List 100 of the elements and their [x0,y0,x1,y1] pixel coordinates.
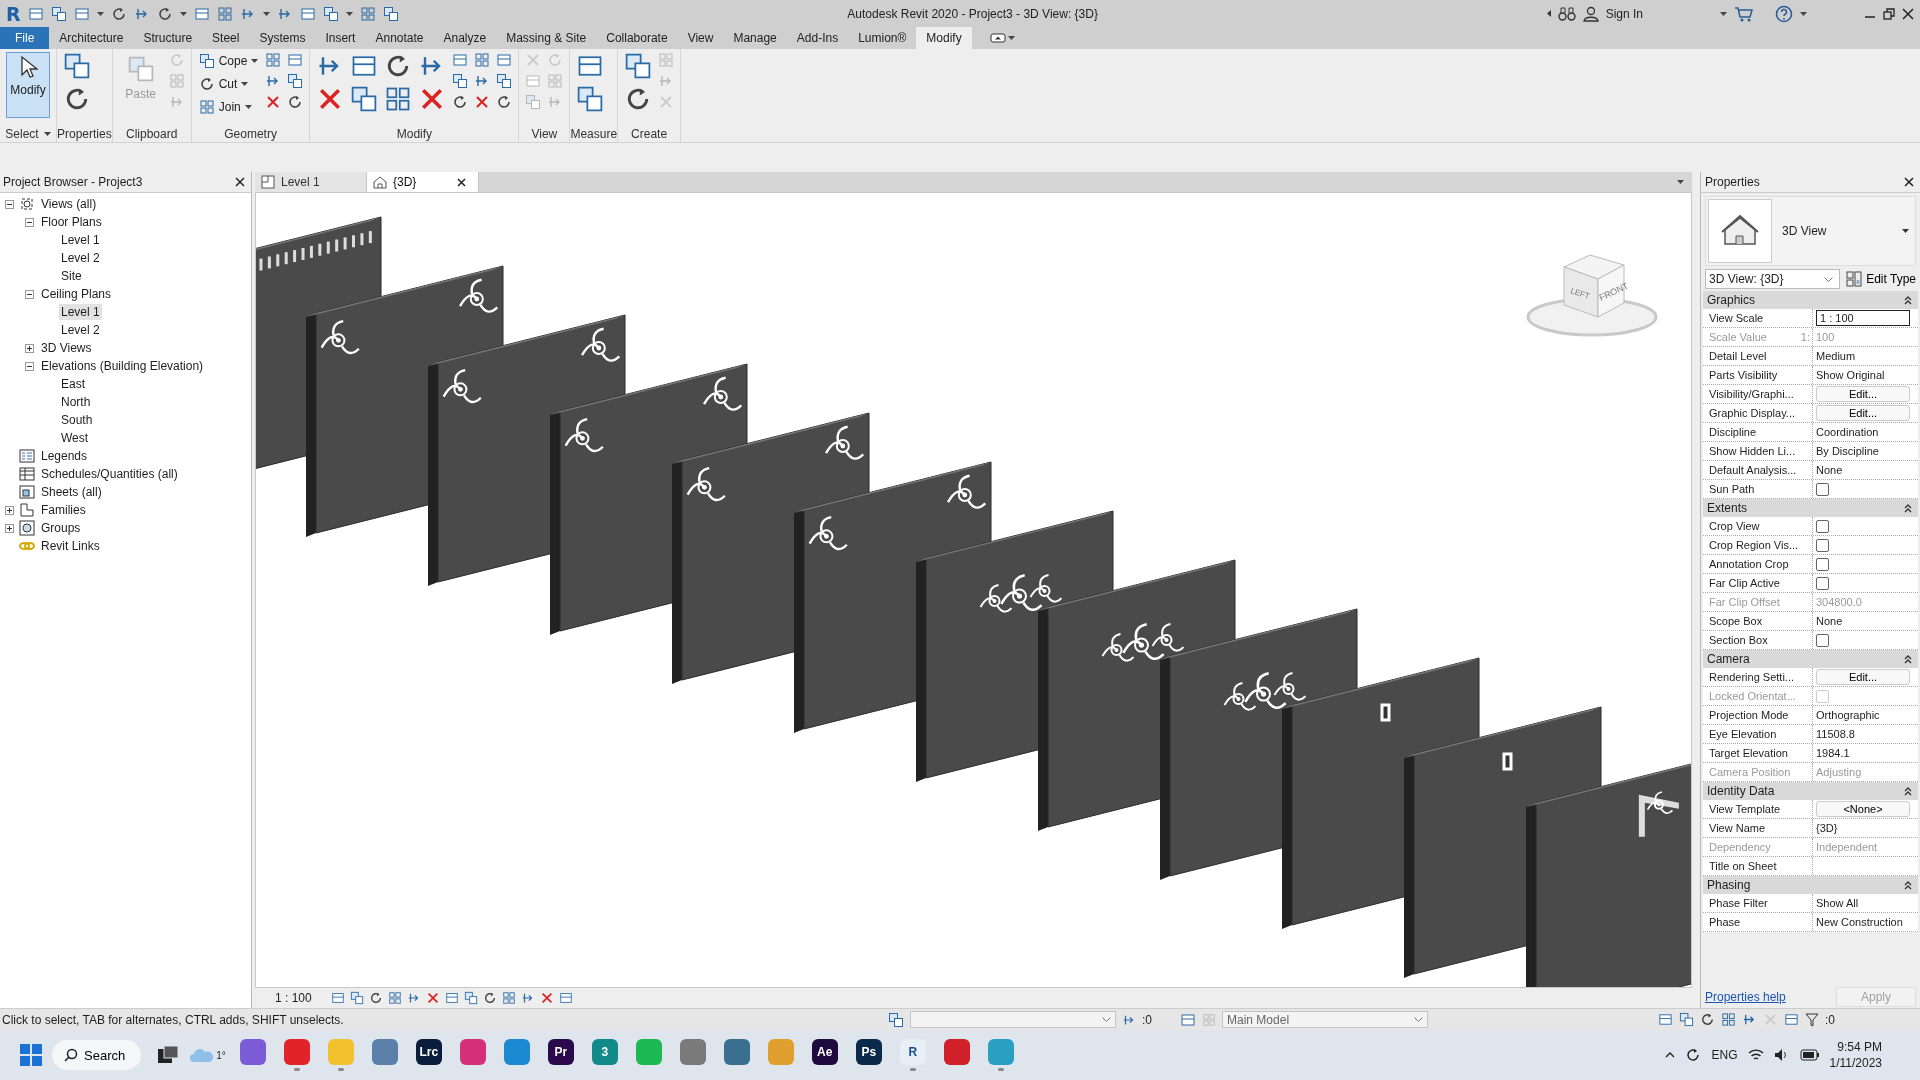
tool-icon[interactable] [520,991,535,1005]
caret-icon[interactable] [251,59,259,63]
tool-icon[interactable] [349,991,364,1005]
caret-icon[interactable] [1902,229,1909,233]
tool-icon[interactable] [50,5,67,22]
view-cube-face-label[interactable]: LEFT [1569,286,1591,301]
collapse-icon[interactable] [1904,880,1912,890]
ribbon-tab[interactable]: View [677,27,724,49]
tool-icon[interactable] [406,991,421,1005]
checkbox[interactable] [1816,519,1829,533]
input-field[interactable]: 1 : 100 [1816,310,1910,326]
ribbon-button[interactable]: Join [197,98,260,116]
help-icon[interactable] [1775,4,1793,23]
ribbon-tab[interactable]: Modify [916,27,972,49]
app-icon[interactable] [943,1039,970,1065]
checkbox[interactable] [1816,633,1829,647]
view-scale[interactable]: 1 : 100 [275,991,312,1005]
tree-item[interactable]: Level 2 [59,250,102,266]
ribbon-button[interactable]: Cut [197,75,260,93]
document-tab[interactable]: {3D} [367,172,479,192]
tool-icon[interactable] [576,85,605,113]
checkbox[interactable] [1816,482,1829,496]
tool-icon[interactable] [198,76,215,92]
tool-icon[interactable] [322,5,339,22]
caret-icon[interactable] [179,11,187,16]
edit-button[interactable]: <None> [1816,801,1910,817]
tree-item[interactable]: Elevations (Building Elevation) [39,358,206,374]
expand-icon[interactable] [5,523,14,533]
tree-item[interactable]: Legends [39,448,90,464]
edit-type-button[interactable]: Edit Type [1846,271,1916,287]
tool-icon[interactable] [539,991,554,1005]
caret-icon[interactable] [1007,36,1015,40]
tool-icon[interactable] [444,991,459,1005]
caret-icon[interactable] [1800,11,1807,16]
expand-icon[interactable] [25,343,34,353]
tool-icon[interactable] [1658,1012,1673,1027]
tree-item[interactable]: East [59,376,87,392]
chevron-down-icon[interactable] [1102,1017,1111,1022]
tree-item[interactable]: Schedules/Quantities (all) [39,466,180,482]
ribbon-tab[interactable]: Massing & Site [496,27,597,49]
ribbon-tab[interactable]: Lumion® [848,27,917,49]
tree-item[interactable]: Groups [39,520,83,536]
tree-item[interactable]: Level 2 [59,322,102,338]
edit-button[interactable]: Edit... [1816,386,1910,402]
caret-icon[interactable] [96,11,104,16]
section-header[interactable]: Graphics [1703,291,1918,309]
ribbon-tab[interactable]: Systems [249,27,316,49]
tool-icon[interactable] [1679,1012,1694,1027]
caret-icon[interactable] [262,11,270,16]
ribbon-tab[interactable]: Add-Ins [786,27,849,49]
tool-icon[interactable] [368,991,383,1005]
tool-icon[interactable] [63,52,91,80]
expand-icon[interactable] [5,505,14,515]
section-header[interactable]: Phasing [1703,876,1918,894]
app-icon[interactable]: Pr [547,1039,574,1065]
tree-item[interactable]: 3D Views [39,340,94,356]
collapse-icon[interactable] [1904,786,1912,796]
tool-icon[interactable] [624,52,653,80]
ribbon-tab[interactable]: Structure [133,27,203,49]
close-icon[interactable] [1904,177,1914,187]
task-view-icon[interactable] [157,1044,180,1066]
search-button[interactable]: Search [52,1040,142,1070]
app-icon[interactable] [679,1039,706,1065]
tool-icon[interactable] [452,73,469,89]
ribbon-tab[interactable]: Architecture [49,27,134,49]
section-header[interactable]: Identity Data [1703,782,1918,800]
app-icon[interactable]: R [899,1039,926,1065]
restore-icon[interactable] [1883,7,1895,20]
chevron-down-icon[interactable] [1824,276,1834,282]
tree-item[interactable]: Views (all) [39,196,99,212]
clock-date[interactable]: 1/11/2023 [1829,1056,1882,1070]
section-header[interactable]: Camera [1703,650,1918,668]
edit-button[interactable]: Edit... [1816,669,1910,685]
windows-logo-icon[interactable] [20,1044,42,1066]
collapse-icon[interactable] [5,199,14,209]
edit-button[interactable]: Edit... [1816,405,1910,421]
caret-left-icon[interactable] [1546,10,1551,17]
tool-icon[interactable] [1742,1012,1757,1027]
ribbon-tab[interactable]: Insert [315,27,366,49]
ribbon-tab[interactable]: Collaborate [596,27,678,49]
sync-icon[interactable] [1685,1047,1702,1063]
app-icon[interactable] [239,1039,266,1065]
collapse-icon[interactable] [1904,503,1912,513]
weather-widget[interactable]: 1° [189,1046,226,1064]
tool-icon[interactable] [1700,1012,1715,1027]
caret-icon[interactable] [244,105,252,109]
ribbon-tab[interactable]: Annotate [365,27,434,49]
app-icon[interactable] [371,1039,398,1065]
ribbon-button[interactable]: Cope [197,52,260,70]
tree-item[interactable]: South [59,412,95,428]
tool-icon[interactable] [425,991,440,1005]
tree-item[interactable]: Level 1 [59,232,102,248]
tool-icon[interactable] [350,85,379,113]
tool-icon[interactable] [265,94,282,110]
collapse-icon[interactable] [25,289,34,299]
section-header[interactable]: Extents [1703,499,1918,517]
filter-icon[interactable] [1805,1012,1819,1027]
close-icon[interactable] [235,177,245,187]
ribbon-tab[interactable]: Analyze [433,27,497,49]
collapse-icon[interactable] [1904,654,1912,664]
